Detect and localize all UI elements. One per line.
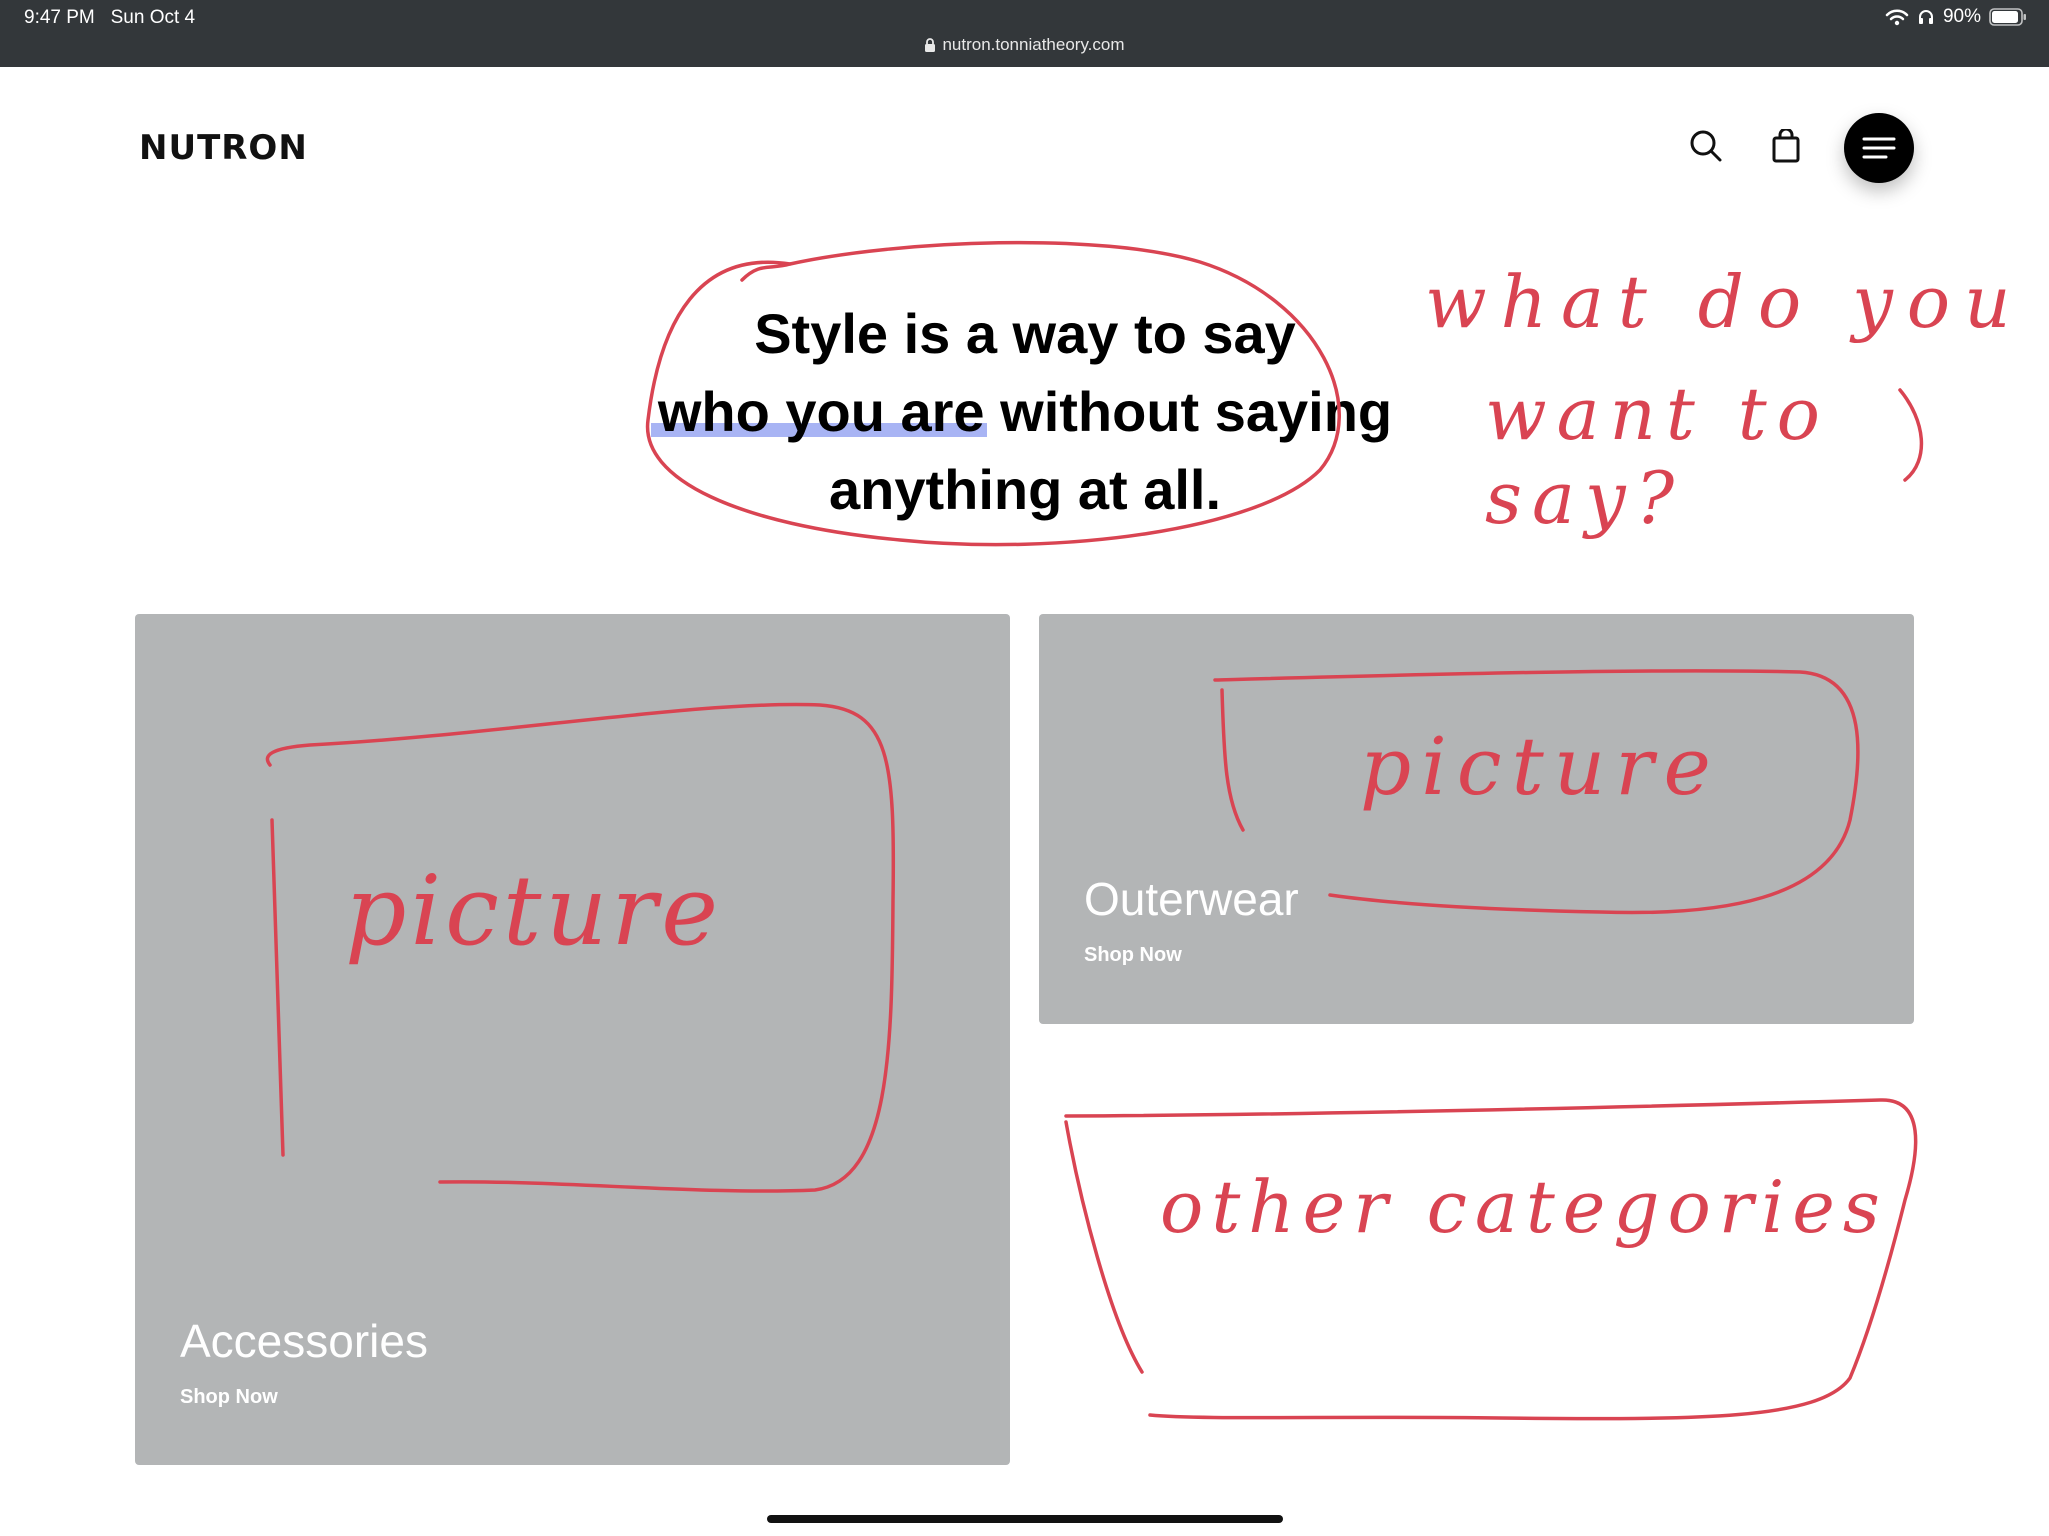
note-question-line-1: what do you — [1425, 260, 2025, 344]
headline-line-2: who you are without saying — [657, 380, 1393, 443]
headline-line-3: anything at all. — [828, 458, 1222, 521]
headline-line-1: Style is a way to say — [754, 302, 1296, 365]
search-button[interactable] — [1686, 126, 1726, 166]
shopping-bag-icon — [1772, 129, 1800, 163]
note-other-categories: other categories — [1160, 1165, 1888, 1249]
status-bar: 9:47 PM Sun Oct 4 90% nutron.tonniatheor… — [0, 0, 2049, 67]
category-card-accessories[interactable]: Accessories Shop Now — [135, 614, 1010, 1465]
wifi-icon — [1885, 9, 1909, 26]
category-card-outerwear[interactable]: Outerwear Shop Now — [1039, 614, 1914, 1024]
category-title: Outerwear — [1084, 873, 1299, 925]
menu-button[interactable] — [1844, 113, 1914, 183]
shop-now-link[interactable]: Shop Now — [1084, 944, 1182, 967]
site-logo[interactable]: NUTRON — [139, 128, 308, 168]
headphones-icon — [1918, 10, 1933, 24]
battery-icon — [1989, 8, 2026, 26]
cart-button[interactable] — [1766, 126, 1806, 166]
battery-percentage: 90% — [1942, 6, 1981, 27]
note-question-line-2: want to say? — [1485, 372, 1831, 540]
other-categories-frame-left — [1064, 1120, 1144, 1374]
status-time: 9:47 PM Sun Oct 4 — [24, 7, 195, 29]
address-bar[interactable]: nutron.tonniatheory.com — [0, 35, 2049, 55]
status-time-text: 9:47 PM — [24, 7, 95, 28]
other-categories-frame — [1064, 1098, 1918, 1421]
url-text: nutron.tonniatheory.com — [942, 35, 1125, 54]
shop-now-link[interactable]: Shop Now — [180, 1386, 278, 1409]
status-date-text: Sun Oct 4 — [110, 7, 196, 28]
search-icon — [1690, 130, 1722, 162]
headline-circle-tail — [740, 262, 792, 282]
category-title: Accessories — [180, 1315, 428, 1367]
status-indicators: 90% — [1885, 6, 2027, 28]
lock-icon — [925, 38, 936, 52]
hero-headline: Style is a way to say who you are withou… — [560, 295, 1490, 529]
home-indicator[interactable] — [767, 1515, 1283, 1523]
question-mark-tail — [1898, 388, 1924, 482]
menu-icon — [1862, 137, 1896, 159]
